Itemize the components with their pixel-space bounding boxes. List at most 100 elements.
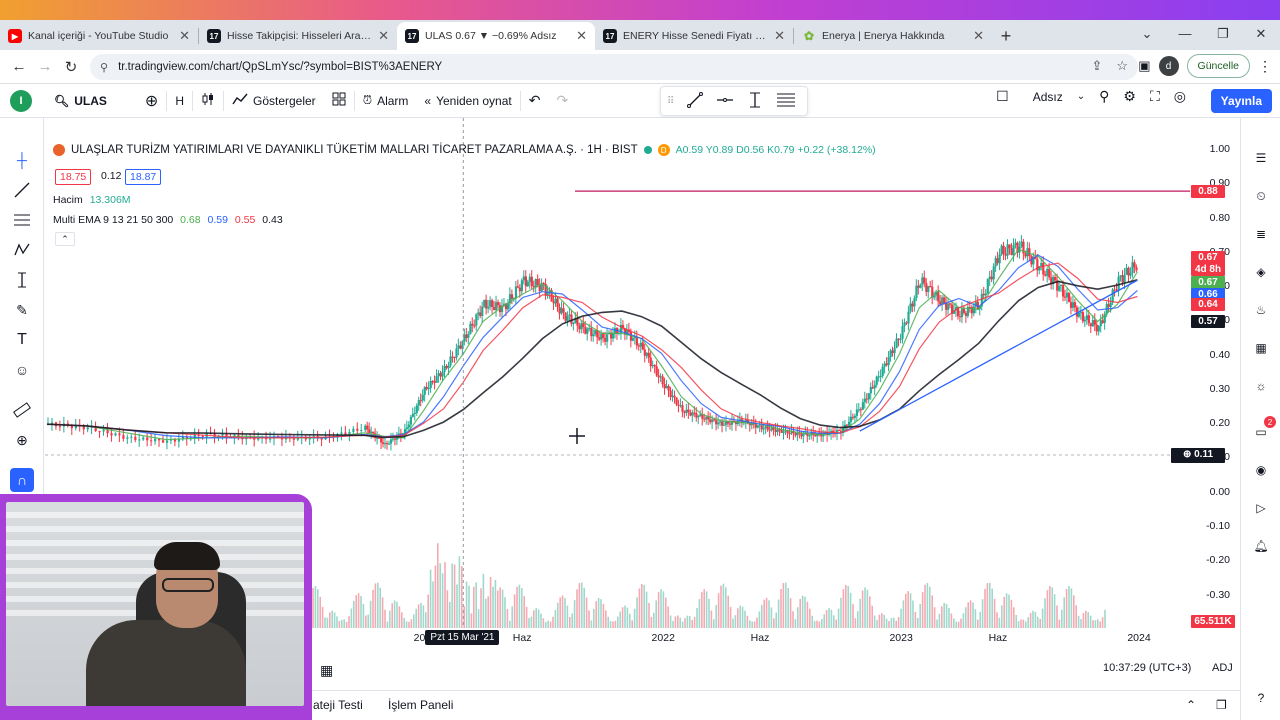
tab-trade-panel[interactable]: İşlem Paneli — [388, 698, 453, 712]
compare-add-button[interactable]: ⊕ — [137, 87, 166, 115]
crosshair-icon[interactable]: ┼ — [10, 148, 34, 172]
volume-legend[interactable]: Hacim 13.306M — [53, 194, 131, 206]
settings-gear-icon[interactable]: ⚙ — [1123, 88, 1136, 105]
notifications-bell-icon[interactable]: 🔔︎ — [1249, 534, 1273, 558]
zoom-in-icon[interactable]: ⊕ — [10, 428, 34, 452]
indicators-button[interactable]: Göstergeler — [224, 87, 324, 115]
browser-menu-icon[interactable]: ⋮ — [1258, 58, 1272, 75]
replay-button[interactable]: « Yeniden oynat — [416, 87, 519, 115]
site-info-icon[interactable]: ⚲ — [100, 61, 108, 74]
redo-button[interactable]: ↷ — [548, 87, 576, 115]
candle-body — [923, 277, 926, 284]
volume-bar — [823, 614, 825, 628]
maximize-icon[interactable]: ❐ — [1204, 20, 1242, 50]
candle-body — [667, 386, 670, 391]
pattern-icon[interactable] — [10, 238, 34, 262]
crosshair-price-tag[interactable]: ⊕ 0.11 — [1171, 448, 1225, 464]
tab-ulas-chart[interactable]: 17 ULAS 0.67 ▼ −0.69% Adsız ✕ — [397, 22, 595, 50]
ruler-icon[interactable] — [10, 398, 34, 422]
chevron-down-icon[interactable]: ⌄ — [1077, 91, 1085, 102]
text-icon[interactable]: T — [10, 328, 34, 352]
quick-search-icon[interactable]: ⚲ — [1099, 88, 1109, 105]
data-window-icon[interactable]: ≣ — [1249, 222, 1273, 246]
reload-icon[interactable]: ↻ — [58, 58, 84, 76]
legend-title[interactable]: ULAŞLAR TURİZM YATIRIMLARI VE DAYANIKLI … — [71, 144, 638, 156]
close-icon[interactable]: ✕ — [774, 28, 785, 44]
chart-type-button[interactable] — [193, 87, 223, 115]
volume-bar — [1020, 619, 1022, 628]
url-text[interactable]: tr.tradingview.com/chart/QpSLmYsc/?symbo… — [118, 61, 442, 73]
volume-bar — [441, 573, 444, 628]
minimize-icon[interactable]: — — [1166, 20, 1204, 50]
interval-button[interactable]: H — [167, 87, 192, 115]
address-bar[interactable]: ⚲ tr.tradingview.com/chart/QpSLmYsc/?sym… — [90, 54, 1138, 80]
brush-icon[interactable]: ✎ — [10, 298, 34, 322]
sidebar-icon[interactable]: ▣ — [1138, 58, 1150, 74]
tab-strategy-tester[interactable]: ateji Testi — [313, 698, 363, 712]
close-icon[interactable]: ✕ — [378, 28, 389, 44]
bookmark-star-icon[interactable]: ☆ — [1116, 58, 1128, 74]
emoji-icon[interactable]: ☺ — [10, 358, 34, 382]
tab-search-icon[interactable]: ⌄ — [1128, 20, 1166, 50]
sell-price-box[interactable]: 18.75 — [55, 169, 92, 185]
close-icon[interactable]: ✕ — [576, 28, 587, 44]
text-tool-icon[interactable] — [746, 91, 764, 112]
tab-hisse-takipcisi[interactable]: 17 Hisse Takipçisi: Hisseleri Arayın ve … — [199, 22, 397, 50]
alarm-button[interactable]: ⏰︎ Alarm — [355, 87, 417, 115]
adj-toggle[interactable]: ADJ — [1212, 662, 1233, 676]
layout-square-icon[interactable]: ☐ — [996, 88, 1009, 105]
streams-icon[interactable]: ◉ — [1249, 458, 1273, 482]
forward-icon[interactable]: → — [32, 58, 58, 75]
calendar-icon[interactable]: ▦ — [1249, 336, 1273, 360]
restore-panel-icon[interactable]: ❐ — [1216, 698, 1227, 712]
volume-bar — [321, 606, 324, 628]
undo-button[interactable]: ↶ — [521, 87, 549, 115]
play-icon[interactable]: ▷ — [1249, 496, 1273, 520]
back-icon[interactable]: ← — [6, 58, 32, 75]
candle-body — [106, 429, 109, 434]
watchlist-icon[interactable]: ☰ — [1249, 146, 1273, 170]
drag-handle-icon[interactable]: ⠿ — [667, 96, 674, 107]
tab-enery[interactable]: 17 ENERY Hisse Senedi Fiyatı ve Gra ✕ — [595, 22, 793, 50]
volume-bar — [497, 590, 499, 628]
candle-body — [475, 314, 478, 326]
new-tab-button[interactable]: + — [992, 22, 1020, 50]
avatar[interactable]: d — [1158, 56, 1179, 76]
ema-value-50: 0.43 — [262, 214, 283, 226]
layers-icon[interactable]: ◈ — [1249, 260, 1273, 284]
volume-bar — [1058, 619, 1061, 628]
chat-icon[interactable]: ▭ 2 — [1249, 416, 1276, 444]
update-button[interactable]: Güncelle — [1186, 54, 1250, 78]
share-icon[interactable]: ⇪ — [1091, 58, 1102, 74]
trendline-tool-icon[interactable] — [686, 91, 704, 112]
ema-legend[interactable]: Multi EMA 9 13 21 50 300 0.68 0.59 0.55 … — [53, 214, 283, 226]
buy-price-box[interactable]: 18.87 — [125, 169, 162, 185]
user-avatar-icon[interactable]: I — [10, 89, 32, 112]
tab-youtube-studio[interactable]: ▶ Kanal içeriği - YouTube Studio ✕ — [0, 22, 198, 50]
collapse-legend-button[interactable]: ⌃ — [55, 232, 75, 246]
fullscreen-icon[interactable]: ⛶ — [1150, 88, 1160, 105]
magnet-icon[interactable]: ∩ — [10, 468, 34, 492]
fib-tool-icon[interactable] — [776, 91, 796, 112]
trendline-icon[interactable] — [10, 178, 34, 202]
window-close-icon[interactable]: ✕ — [1242, 20, 1280, 50]
help-icon[interactable]: ? — [1249, 686, 1273, 710]
layout-name-button[interactable]: Adsız — [1033, 90, 1063, 104]
ideas-bulb-icon[interactable]: ☼ — [1249, 374, 1273, 398]
candle-body — [1071, 302, 1075, 308]
clock-time[interactable]: 10:37:29 (UTC+3) — [1103, 662, 1191, 676]
horizontal-line-tool-icon[interactable] — [716, 91, 734, 112]
camera-icon[interactable]: ◎ — [1174, 88, 1186, 105]
close-icon[interactable]: ✕ — [973, 28, 984, 44]
symbol-search-button[interactable]: 🔍︎ ULAS — [46, 87, 115, 115]
alerts-clock-icon[interactable]: ⏲ — [1249, 184, 1273, 208]
projection-icon[interactable] — [10, 268, 34, 292]
close-icon[interactable]: ✕ — [179, 28, 190, 44]
layouts-button[interactable] — [324, 87, 354, 115]
tab-enerya[interactable]: ✿ Enerya | Enerya Hakkında ✕ — [794, 22, 992, 50]
calendar-goto-icon[interactable]: ▦ — [320, 662, 333, 678]
fib-retracement-icon[interactable] — [10, 208, 34, 232]
chevron-up-icon[interactable]: ⌃ — [1186, 698, 1196, 712]
hotlist-flame-icon[interactable]: ♨ — [1249, 298, 1273, 322]
publish-button[interactable]: Yayınla — [1210, 89, 1272, 113]
